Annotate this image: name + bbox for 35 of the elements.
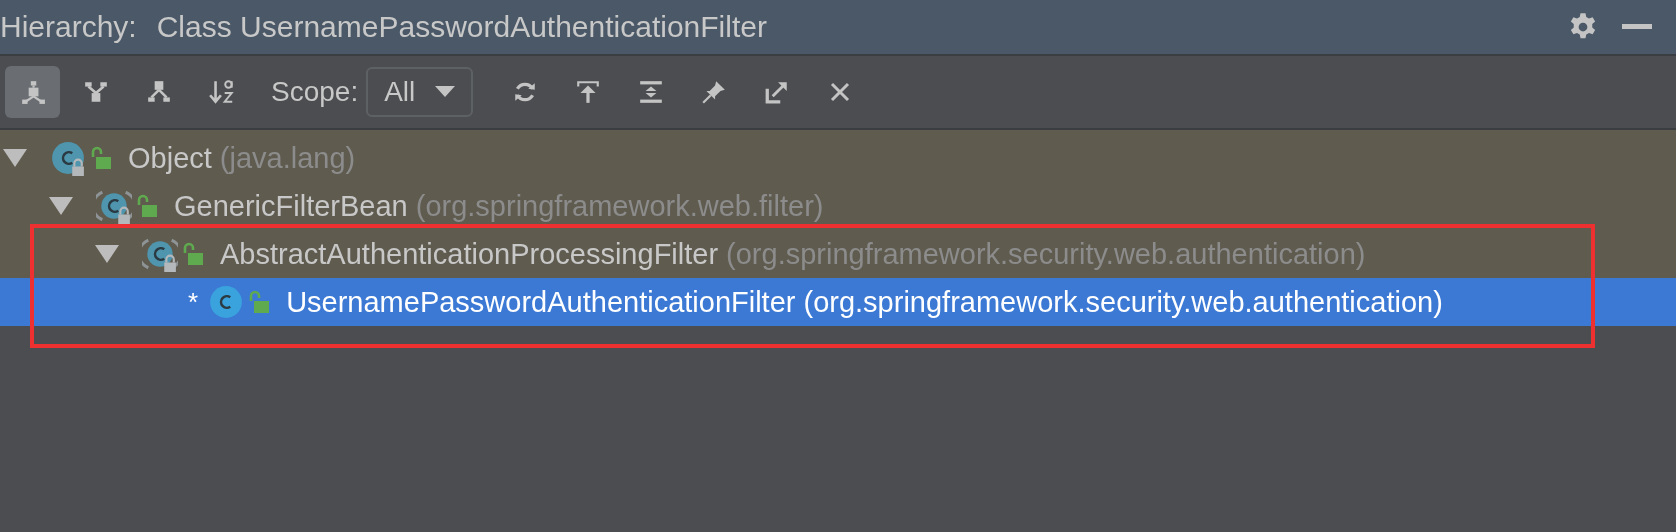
supertypes-hierarchy-icon [82,79,109,105]
minimize-icon[interactable] [1622,24,1652,30]
class-hierarchy-icon [145,79,172,105]
scope-label: Scope: [271,76,359,108]
expand-all-icon [637,79,664,105]
unlocked-icon [136,194,158,218]
panel-label: Hierarchy: [0,10,137,44]
tree-row[interactable]: AbstractAuthenticationProcessingFilter (org.springframework.security.web.authentication) [0,230,1676,278]
expanded-arrow-icon[interactable] [94,244,120,264]
sort-alphabetically-icon [207,78,236,106]
caret-icon [435,86,456,98]
tree-row[interactable]: * UsernamePasswordAuthenticationFilter (org.springframework.security.web.authentication) [0,278,1676,326]
open-external-icon [763,79,790,105]
class-name[interactable]: AbstractAuthenticationProcessingFilter [220,237,719,271]
expanded-arrow-icon[interactable] [48,196,74,216]
subtypes-hierarchy-icon [19,79,46,105]
unlocked-icon [248,290,271,314]
subtypes-button[interactable] [5,66,60,118]
package-name: (org.springframework.security.web.authentication) [803,285,1443,319]
class-name[interactable]: Object [128,141,212,175]
arrow-up-icon [574,79,601,105]
panel-title: Class UsernamePasswordAuthenticationFilter [156,10,767,44]
package-name: (org.springframework.web.filter) [415,189,824,223]
unlocked-icon [90,146,112,170]
tree-row[interactable]: GenericFilterBean (org.springframework.web.filter) [0,182,1676,230]
class-name[interactable]: UsernamePasswordAuthenticationFilter [286,285,796,319]
current-class-marker: * [188,286,199,318]
pin-icon [700,79,727,105]
package-name: (java.lang) [219,141,356,175]
class-name[interactable]: GenericFilterBean [174,189,408,223]
package-name: (org.springframework.security.web.authentication) [726,237,1366,271]
expanded-arrow-icon[interactable] [2,148,28,168]
scope-dropdown[interactable]: All [366,67,474,117]
unlocked-icon [182,242,204,266]
tree-row[interactable]: Object (java.lang) [0,130,1676,182]
